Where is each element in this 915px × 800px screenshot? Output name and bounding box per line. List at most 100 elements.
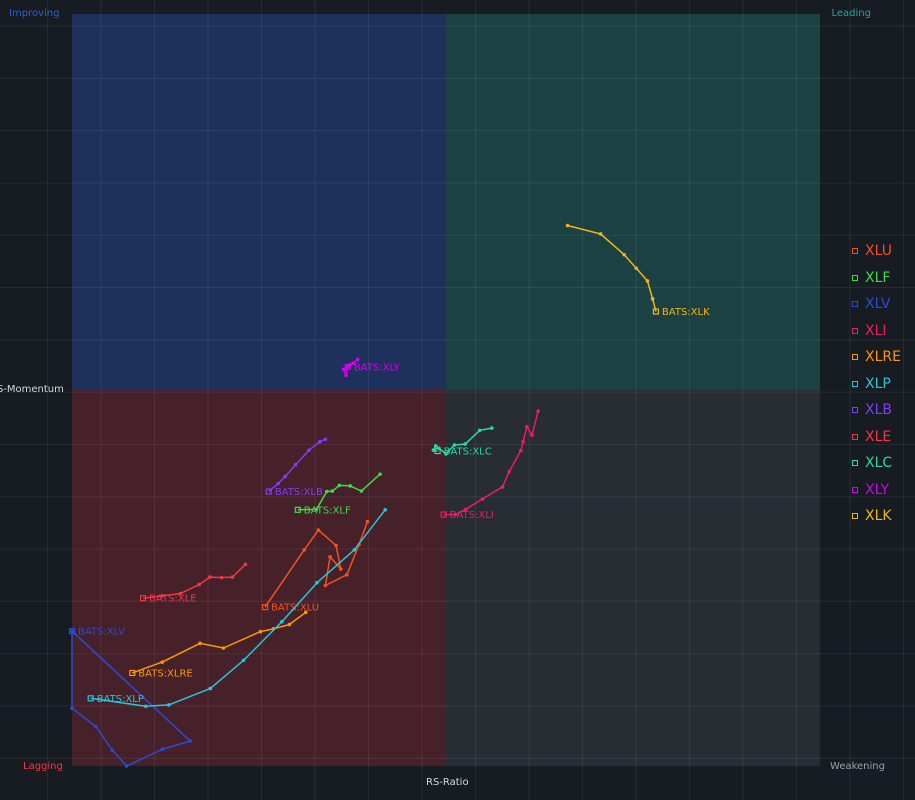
legend-swatch-xly (852, 486, 858, 493)
series-label-xly: BATS:XLY (354, 362, 401, 373)
legend-label-xlp: XLP (865, 375, 891, 392)
trail-point-xlre (221, 646, 226, 650)
legend-item-xlu[interactable]: XLU (852, 238, 901, 265)
rrg-chart: BATS:XLUBATS:XLFBATS:XLVBATS:XLIBATS:XLR… (0, 0, 915, 800)
trail-point-xlc (433, 444, 438, 448)
legend-swatch-xle (852, 433, 858, 440)
quadrant-label-lagging: Lagging (23, 761, 63, 772)
trail-point-xlre (287, 622, 292, 627)
legend-label-xly: XLY (865, 481, 890, 498)
trail-point-xli (507, 469, 511, 474)
trail-point-xlc (463, 442, 467, 446)
series-label-xlb: BATS:XLB (275, 487, 323, 498)
legend-swatch-xlp (852, 380, 858, 387)
legend-item-xlf[interactable]: XLF (852, 265, 901, 292)
trail-point-xlf (337, 483, 342, 488)
series-label-xlc: BATS:XLC (444, 447, 492, 458)
trail-point-xlb (283, 474, 287, 479)
quadrant-label-leading: Leading (831, 8, 872, 19)
legend-item-xlp[interactable]: XLP (852, 371, 901, 398)
legend-swatch-xli (852, 327, 858, 334)
trail-point-xli (525, 424, 529, 429)
legend-swatch-xlre (852, 354, 858, 361)
trail-point-xlu (323, 583, 328, 588)
legend-label-xle: XLE (865, 428, 892, 445)
trail-point-xlb (276, 481, 280, 486)
series-label-xle: BATS:XLE (149, 594, 197, 605)
trail-point-xlp (383, 508, 388, 512)
trail-point-xlk (598, 232, 603, 236)
series-label-xli: BATS:XLI (450, 510, 494, 521)
trail-point-xli (536, 409, 540, 413)
legend-label-xlu: XLU (865, 243, 892, 260)
trail-point-xlv (94, 724, 98, 729)
trail-point-xlu (334, 543, 338, 548)
trail-point-xle (219, 575, 224, 580)
trail-point-xle (197, 582, 201, 587)
trail-point-xlb (323, 437, 328, 442)
legend-item-xly[interactable]: XLY (852, 477, 901, 504)
trail-point-xlp (315, 580, 319, 585)
trail-point-xli (519, 448, 523, 453)
legend-item-xle[interactable]: XLE (852, 424, 901, 451)
trail-point-xlf (378, 472, 382, 476)
trail-point-xly (344, 373, 348, 378)
trail-point-xlc (490, 426, 494, 430)
trail-point-xly (355, 357, 360, 362)
trail-point-xly (345, 365, 350, 369)
trail-point-xlk (650, 297, 655, 301)
trail-point-xlp (144, 704, 148, 709)
legend-item-xlv[interactable]: XLV (852, 291, 901, 318)
legend: XLU XLF XLV XLI XLRE XLP XLB XLE XLC XLY XLK (852, 238, 901, 530)
series-label-xlk: BATS:XLK (662, 307, 710, 318)
trail-point-xlu (302, 548, 307, 552)
trail-point-xlv (124, 764, 129, 768)
trail-point-xlre (303, 610, 308, 615)
legend-label-xlb: XLB (865, 402, 892, 419)
legend-item-xlk[interactable]: XLK (852, 503, 901, 530)
legend-item-xlc[interactable]: XLC (852, 450, 901, 477)
trail-point-xlb (317, 439, 322, 444)
trail-point-xlc (477, 428, 482, 433)
trail-point-xlf (330, 489, 335, 493)
trail-point-xle (230, 575, 235, 579)
series-label-xlre: BATS:XLRE (138, 668, 192, 679)
trail-point-xlf (359, 489, 364, 493)
legend-swatch-xlu (852, 248, 858, 255)
trail-point-xli (500, 485, 505, 489)
series-label-xlp: BATS:XLP (97, 694, 144, 705)
trail-point-xlp (166, 703, 171, 707)
quadrant-label-weakening: Weakening (830, 761, 885, 772)
legend-swatch-xlf (852, 274, 858, 281)
trail-point-xlu (365, 519, 370, 524)
legend-label-xlv: XLV (865, 296, 891, 313)
trail-point-xle (243, 562, 248, 567)
trail-point-xlk (565, 223, 570, 228)
series-label-xlv: BATS:XLV (78, 627, 125, 638)
legend-swatch-xlk (852, 513, 858, 520)
trail-point-xli (480, 497, 485, 501)
trail-point-xlre (160, 660, 165, 664)
trail-point-xlu (328, 555, 332, 559)
trail-point-xlv (70, 629, 74, 633)
trail-point-xlb (293, 462, 298, 467)
series-label-xlf: BATS:XLF (304, 505, 351, 516)
trail-point-xlv (110, 748, 115, 752)
x-axis-label: RS-Ratio (426, 777, 469, 788)
legend-label-xlf: XLF (865, 269, 891, 286)
trail-point-xlv (160, 747, 165, 751)
trail-point-xlp (241, 658, 246, 663)
trail-point-xlk (622, 252, 626, 257)
trail-point-xlp (208, 686, 213, 691)
legend-swatch-xlv (852, 301, 858, 308)
trail-point-xlk (634, 266, 639, 271)
trail-point-xlf (348, 484, 352, 488)
legend-item-xlre[interactable]: XLRE (852, 344, 901, 371)
trail-point-xle (208, 575, 212, 579)
legend-label-xli: XLI (865, 322, 887, 339)
trail-point-xli (530, 433, 534, 437)
trail-point-xlre (198, 641, 202, 646)
legend-item-xli[interactable]: XLI (852, 318, 901, 345)
trail-point-xlf (324, 489, 329, 494)
legend-item-xlb[interactable]: XLB (852, 397, 901, 424)
